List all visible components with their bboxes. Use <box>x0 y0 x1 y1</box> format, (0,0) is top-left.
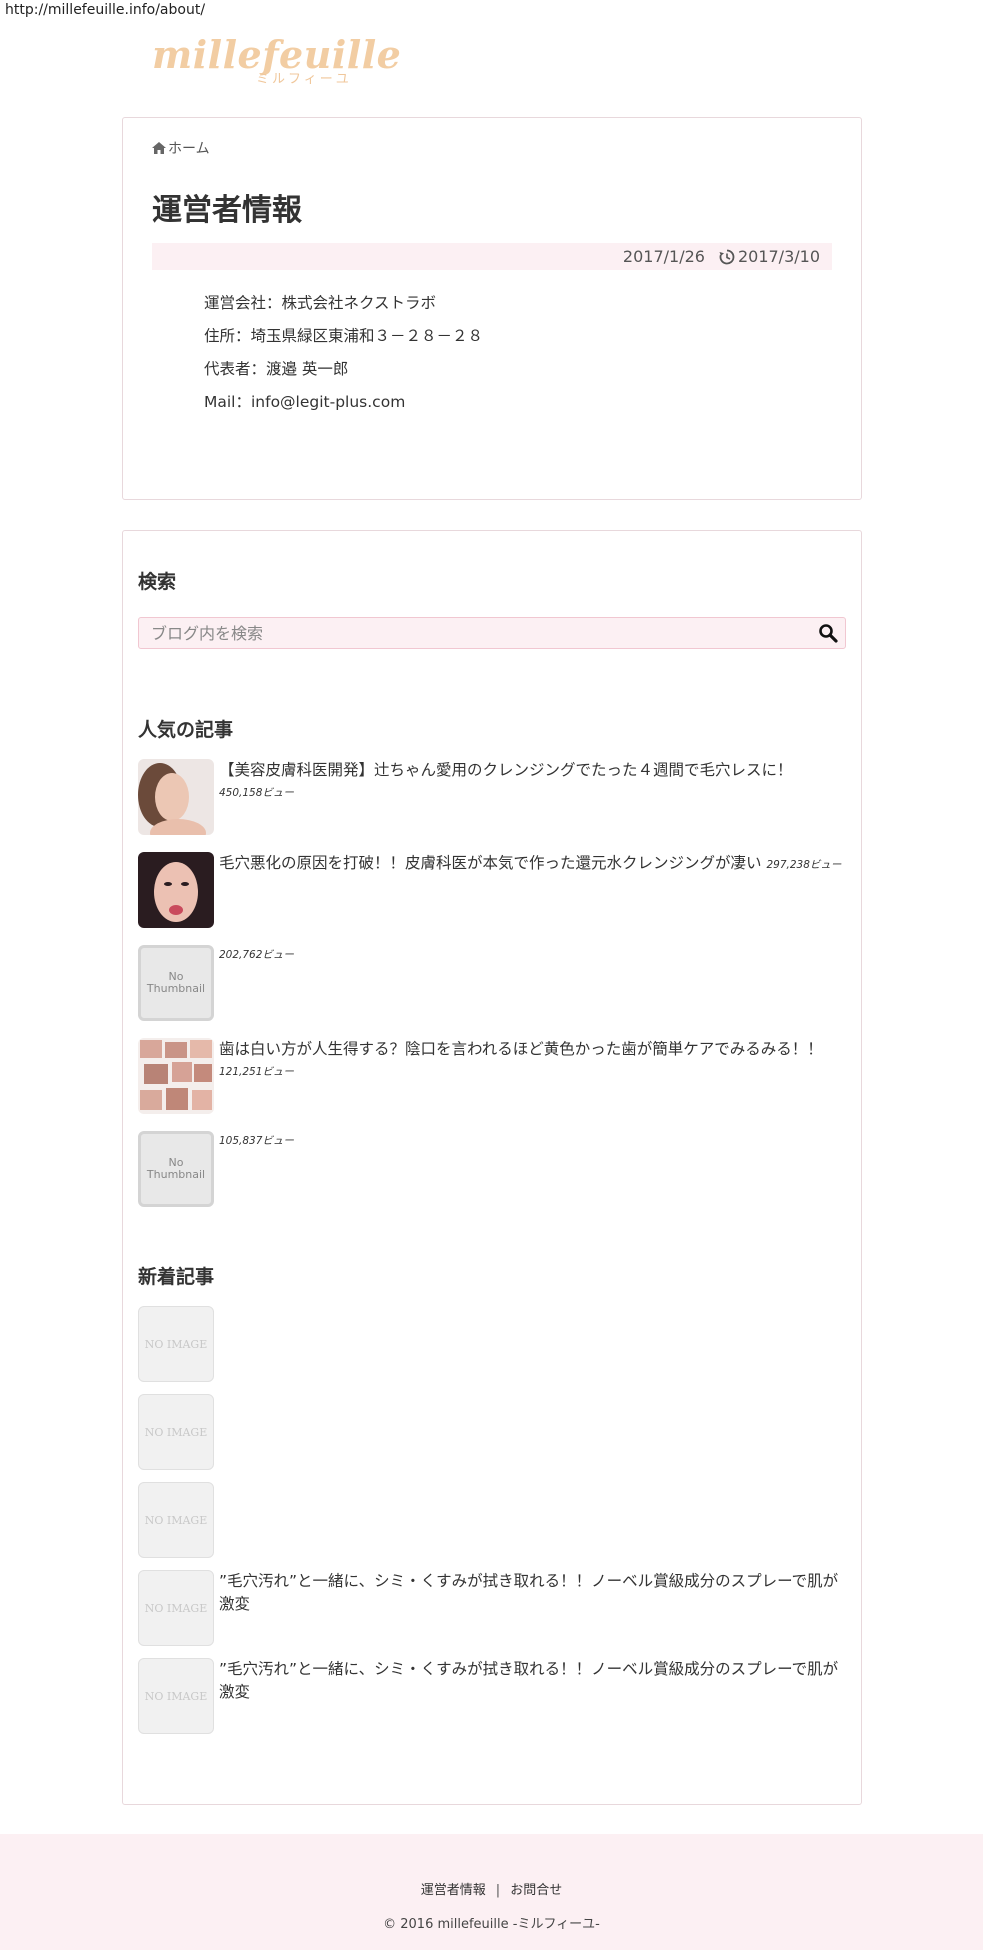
site-footer: 運営者情報 | お問合せ © 2016 millefeuille -ミルフィーユ- <box>0 1834 983 1950</box>
info-address: 住所：埼玉県緑区東浦和３－２８－２８ <box>204 327 484 345</box>
popular-title[interactable]: 【美容皮膚科医開発】辻ちゃん愛用のクレンジングでたった４週間で毛穴レスに！ <box>219 759 847 782</box>
no-image-thumbnail[interactable]: NO IMAGE <box>138 1306 214 1382</box>
new-post-item[interactable]: NO IMAGE ”毛穴汚れ”と一緒に、シミ・くすみが拭き取れる！！ノーベル賞級… <box>138 1658 848 1734</box>
popular-title[interactable]: 歯は白い方が人生得する？陰口を言われるほど黄色かった歯が簡単ケアでみるみる！！ <box>219 1038 847 1061</box>
search-input[interactable] <box>139 618 811 648</box>
site-logo[interactable]: millefeuille ミルフィーユ <box>152 34 401 88</box>
popular-views: 121,251ビュー <box>219 1066 294 1078</box>
popular-item[interactable]: No Thumbnail 105,837ビュー <box>138 1131 848 1207</box>
search-form <box>138 617 846 649</box>
logo-subtext: ミルフィーユ <box>256 72 352 87</box>
popular-views: 105,837ビュー <box>219 1135 294 1147</box>
copyright: © 2016 millefeuille -ミルフィーユ- <box>383 1917 600 1932</box>
home-icon <box>152 142 166 154</box>
no-image-thumbnail[interactable]: NO IMAGE <box>138 1570 214 1646</box>
new-post-title[interactable]: ”毛穴汚れ”と一緒に、シミ・くすみが拭き取れる！！ノーベル賞級成分のスプレーで肌… <box>219 1570 847 1616</box>
info-representative: 代表者：渡邉 英一郎 <box>204 360 349 378</box>
popular-item[interactable]: No Thumbnail 202,762ビュー <box>138 945 848 1021</box>
new-post-item[interactable]: NO IMAGE <box>138 1482 848 1558</box>
info-mail: Mail：info@legit-plus.com <box>204 393 406 411</box>
history-icon <box>719 249 735 264</box>
no-thumbnail-image[interactable]: No Thumbnail <box>138 1131 214 1207</box>
no-thumbnail-image[interactable]: No Thumbnail <box>138 945 214 1021</box>
popular-views: 297,238ビュー <box>766 859 842 871</box>
popular-views: 450,158ビュー <box>219 787 294 799</box>
new-post-item[interactable]: NO IMAGE <box>138 1306 848 1382</box>
updated-date-value: 2017/3/10 <box>737 247 820 266</box>
page-url: http://millefeuille.info/about/ <box>5 2 206 18</box>
search-heading: 検索 <box>138 571 177 593</box>
published-date: 2017/1/26 <box>623 247 705 266</box>
page-title: 運営者情報 <box>152 193 302 228</box>
new-post-item[interactable]: NO IMAGE <box>138 1394 848 1470</box>
footer-nav: 運営者情報 | お問合せ <box>0 1879 983 1898</box>
no-image-thumbnail[interactable]: NO IMAGE <box>138 1394 214 1470</box>
no-image-thumbnail[interactable]: NO IMAGE <box>138 1482 214 1558</box>
no-thumbnail-label: Thumbnail <box>146 982 206 995</box>
popular-thumbnail[interactable] <box>138 759 214 835</box>
popular-item[interactable]: 毛穴悪化の原因を打破！！皮膚科医が本気で作った還元水クレンジングが凄い 297,… <box>138 852 848 928</box>
published-date-value: 2017/1/26 <box>622 247 705 266</box>
popular-title-text[interactable]: 毛穴悪化の原因を打破！！皮膚科医が本気で作った還元水クレンジングが凄い <box>219 854 762 872</box>
footer-link-operator[interactable]: 運営者情報 <box>421 1883 486 1898</box>
no-image-thumbnail[interactable]: NO IMAGE <box>138 1658 214 1734</box>
sidebar-card: 検索 人気の記事 【美容皮膚科医開発】辻ちゃん愛用のクレンジングでたった４週間で… <box>122 530 862 1805</box>
popular-item[interactable]: 【美容皮膚科医開発】辻ちゃん愛用のクレンジングでたった４週間で毛穴レスに！ 45… <box>138 759 848 835</box>
popular-heading: 人気の記事 <box>138 719 234 741</box>
no-thumbnail-label: Thumbnail <box>146 1168 206 1181</box>
footer-link-contact[interactable]: お問合せ <box>510 1883 562 1898</box>
new-post-item[interactable]: NO IMAGE ”毛穴汚れ”と一緒に、シミ・くすみが拭き取れる！！ノーベル賞級… <box>138 1570 848 1646</box>
popular-thumbnail[interactable] <box>138 1038 214 1114</box>
new-posts-heading: 新着記事 <box>138 1266 215 1288</box>
search-icon <box>819 624 838 643</box>
popular-views: 202,762ビュー <box>219 949 294 961</box>
footer-separator: | <box>495 1883 501 1898</box>
popular-title[interactable]: 毛穴悪化の原因を打破！！皮膚科医が本気で作った還元水クレンジングが凄い 297,… <box>219 852 847 877</box>
article-card: ホーム 運営者情報 2017/1/26 2017/3/10 運営会社：株式会社ネ… <box>122 117 862 500</box>
popular-item[interactable]: 歯は白い方が人生得する？陰口を言われるほど黄色かった歯が簡単ケアでみるみる！！ … <box>138 1038 848 1114</box>
operator-info-list: 運営会社：株式会社ネクストラボ 住所：埼玉県緑区東浦和３－２８－２８ 代表者：渡… <box>204 291 483 423</box>
breadcrumb-home-link[interactable]: ホーム <box>168 138 210 158</box>
updated-date: 2017/3/10 <box>719 247 820 266</box>
popular-thumbnail[interactable] <box>138 852 214 928</box>
info-company: 運営会社：株式会社ネクストラボ <box>204 294 437 312</box>
date-bar: 2017/1/26 2017/3/10 <box>152 243 832 270</box>
new-post-title[interactable]: ”毛穴汚れ”と一緒に、シミ・くすみが拭き取れる！！ノーベル賞級成分のスプレーで肌… <box>219 1658 847 1704</box>
search-button[interactable] <box>811 618 845 648</box>
breadcrumb: ホーム <box>152 138 210 158</box>
